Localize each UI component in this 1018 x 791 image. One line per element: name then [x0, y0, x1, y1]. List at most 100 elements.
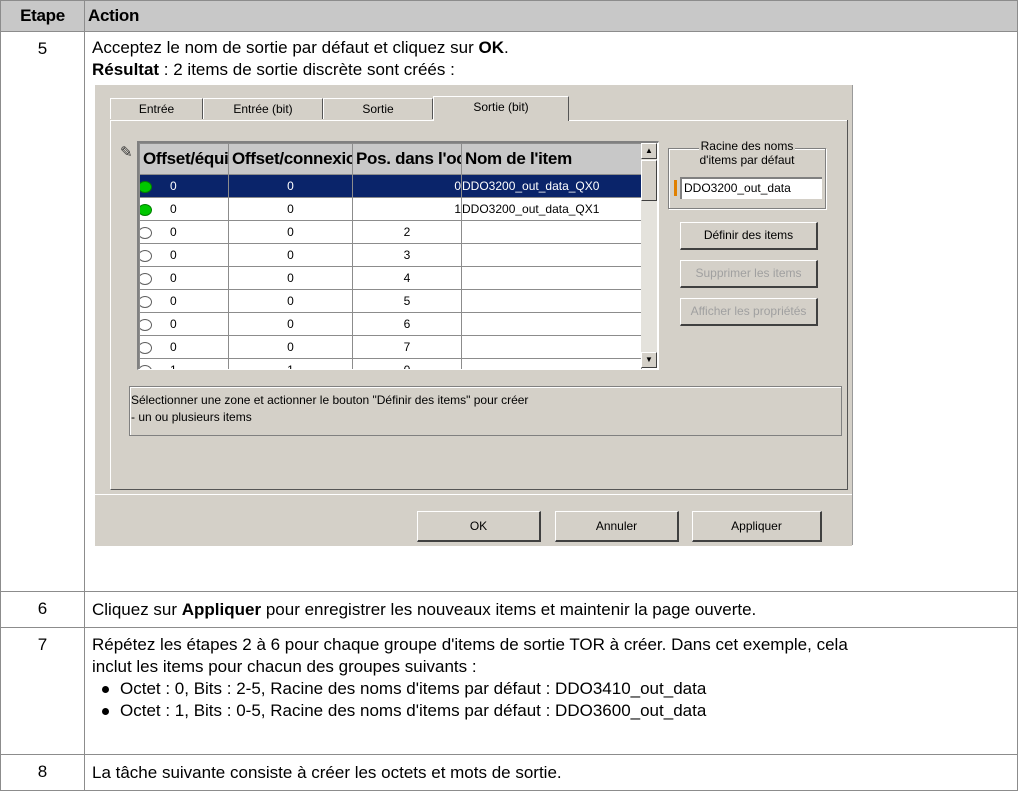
cell-offset-equip[interactable]: 0 — [139, 266, 229, 290]
root-title-line2: d'items par défaut — [697, 153, 797, 167]
cell-offset-equip[interactable]: 0 — [139, 197, 229, 221]
offset-equip-value: 0 — [170, 317, 177, 331]
apply-button[interactable]: Appliquer — [692, 511, 822, 542]
status-led-off-icon — [140, 364, 152, 369]
cell-offset-conn[interactable]: 0 — [228, 174, 353, 198]
cell-item-name[interactable] — [461, 289, 642, 313]
cell-pos[interactable]: 0 — [352, 174, 462, 198]
ok-button[interactable]: OK — [417, 511, 541, 542]
tab-bar: Entrée Entrée (bit) Sortie Sortie (bit) — [110, 96, 848, 121]
cell-pos[interactable]: 5 — [352, 289, 462, 313]
cell-offset-equip[interactable]: 0 — [139, 243, 229, 267]
items-grid[interactable]: Offset/équip. Offset/connexion Pos. dans… — [137, 141, 659, 370]
cell-offset-equip[interactable]: 1 — [139, 358, 229, 370]
tab-sortie-bit[interactable]: Sortie (bit) — [433, 96, 569, 121]
offset-equip-value: 0 — [170, 179, 177, 193]
step-row-5: 5 Acceptez le nom de sortie par défaut e… — [0, 31, 1018, 592]
cell-pos[interactable]: 2 — [352, 220, 462, 244]
offset-equip-value: 1 — [170, 363, 177, 370]
define-items-button[interactable]: Définir des items — [680, 222, 818, 250]
scroll-up-icon[interactable]: ▲ — [641, 143, 657, 159]
cell-offset-conn[interactable]: 0 — [228, 197, 353, 221]
table-row[interactable]: 0 0 1 DDO3200_out_data_QX1 — [139, 197, 642, 221]
tab-entree[interactable]: Entrée — [110, 98, 203, 119]
cell-offset-equip[interactable]: 0 — [139, 174, 229, 198]
tab-entree-bit[interactable]: Entrée (bit) — [203, 98, 323, 119]
show-properties-button[interactable]: Afficher les propriétés — [680, 298, 818, 326]
table-row[interactable]: 0 0 0 DDO3200_out_data_QX0 — [139, 174, 642, 198]
col-offset-equip[interactable]: Offset/équip. — [139, 143, 229, 175]
cell-item-name[interactable] — [461, 358, 642, 369]
table-row[interactable]: 003 — [139, 243, 642, 267]
offset-equip-value: 0 — [170, 225, 177, 239]
cell-pos[interactable]: 0 — [352, 358, 462, 369]
cell-item-name[interactable] — [461, 335, 642, 359]
cell-offset-conn[interactable]: 0 — [228, 289, 353, 313]
list-item: Octet : 1, Bits : 0-5, Racine des noms d… — [100, 700, 1010, 722]
result-label: Résultat — [92, 60, 160, 79]
col-offset-conn[interactable]: Offset/connexion — [228, 143, 353, 175]
cell-offset-equip[interactable]: 0 — [139, 289, 229, 313]
table-row[interactable]: 006 — [139, 312, 642, 336]
group-list: Octet : 0, Bits : 2-5, Racine des noms d… — [92, 678, 1010, 722]
cell-offset-conn[interactable]: 1 — [228, 358, 353, 369]
table-row[interactable]: 005 — [139, 289, 642, 313]
pencil-icon: ✎ — [120, 144, 133, 161]
root-name-input[interactable]: DDO3200_out_data — [680, 177, 822, 199]
step7-line2: inclut les items pour chacun des groupes… — [92, 657, 477, 676]
delete-items-button[interactable]: Supprimer les items — [680, 260, 818, 288]
grid-header-row: Offset/équip. Offset/connexion Pos. dans… — [139, 143, 642, 175]
cell-pos[interactable]: 7 — [352, 335, 462, 359]
list-item: Octet : 0, Bits : 2-5, Racine des noms d… — [100, 678, 1010, 700]
step-number: 5 — [0, 31, 85, 592]
steps-table: Etape Action 5 Acceptez le nom de sortie… — [0, 0, 1018, 791]
cell-offset-conn[interactable]: 0 — [228, 243, 353, 267]
scroll-thumb[interactable] — [641, 160, 657, 201]
item-dialog-screenshot: Entrée Entrée (bit) Sortie Sortie (bit) … — [95, 85, 853, 546]
col-item-name[interactable]: Nom de l'item — [461, 143, 642, 175]
grid-scrollbar[interactable]: ▲ ▼ — [641, 143, 657, 368]
step5-line2: Résultat : 2 items de sortie discrète so… — [92, 59, 1010, 81]
tab-sortie[interactable]: Sortie — [323, 98, 433, 119]
cell-item-name[interactable]: DDO3200_out_data_QX0 — [461, 174, 642, 198]
step-row-6: 6 Cliquez sur Appliquer pour enregistrer… — [0, 591, 1018, 628]
cell-offset-conn[interactable]: 0 — [228, 266, 353, 290]
table-row[interactable]: 004 — [139, 266, 642, 290]
table-header-row: Etape Action — [0, 0, 1018, 32]
offset-equip-value: 0 — [170, 271, 177, 285]
table-row[interactable]: 007 — [139, 335, 642, 359]
cell-offset-equip[interactable]: 0 — [139, 335, 229, 359]
root-name-group: Racine des noms d'items par défaut DDO32… — [668, 139, 826, 209]
cell-item-name[interactable] — [461, 312, 642, 336]
text: pour enregistrer les nouveaux items et m… — [261, 600, 757, 619]
warning-marker-icon — [674, 180, 677, 196]
info-box: Sélectionner une zone et actionner le bo… — [129, 386, 842, 436]
cell-pos[interactable]: 1 — [352, 197, 462, 221]
cell-offset-conn[interactable]: 0 — [228, 312, 353, 336]
cancel-button[interactable]: Annuler — [555, 511, 679, 542]
status-led-on-icon — [140, 203, 152, 216]
cell-item-name[interactable] — [461, 220, 642, 244]
cell-offset-equip[interactable]: 0 — [139, 220, 229, 244]
cell-pos[interactable]: 4 — [352, 266, 462, 290]
scroll-down-icon[interactable]: ▼ — [641, 352, 657, 368]
cell-item-name[interactable]: DDO3200_out_data_QX1 — [461, 197, 642, 221]
ok-emphasis: OK — [478, 38, 504, 57]
cell-pos[interactable]: 6 — [352, 312, 462, 336]
cell-item-name[interactable] — [461, 266, 642, 290]
cell-offset-conn[interactable]: 0 — [228, 220, 353, 244]
cell-offset-conn[interactable]: 0 — [228, 335, 353, 359]
col-pos[interactable]: Pos. dans l'octet — [352, 143, 462, 175]
step7-line1: Répétez les étapes 2 à 6 pour chaque gro… — [92, 635, 848, 654]
cell-offset-equip[interactable]: 0 — [139, 312, 229, 336]
step-row-7: 7 Répétez les étapes 2 à 6 pour chaque g… — [0, 627, 1018, 755]
offset-equip-value: 0 — [170, 340, 177, 354]
step-action: La tâche suivante consiste à créer les o… — [84, 754, 1018, 791]
table-row[interactable]: 110 — [139, 358, 642, 370]
cell-pos[interactable]: 3 — [352, 243, 462, 267]
status-led-on-icon — [140, 180, 152, 193]
text: : 2 items de sortie discrète sont créés … — [159, 60, 455, 79]
cell-item-name[interactable] — [461, 243, 642, 267]
offset-equip-value: 0 — [170, 202, 177, 216]
table-row[interactable]: 002 — [139, 220, 642, 244]
